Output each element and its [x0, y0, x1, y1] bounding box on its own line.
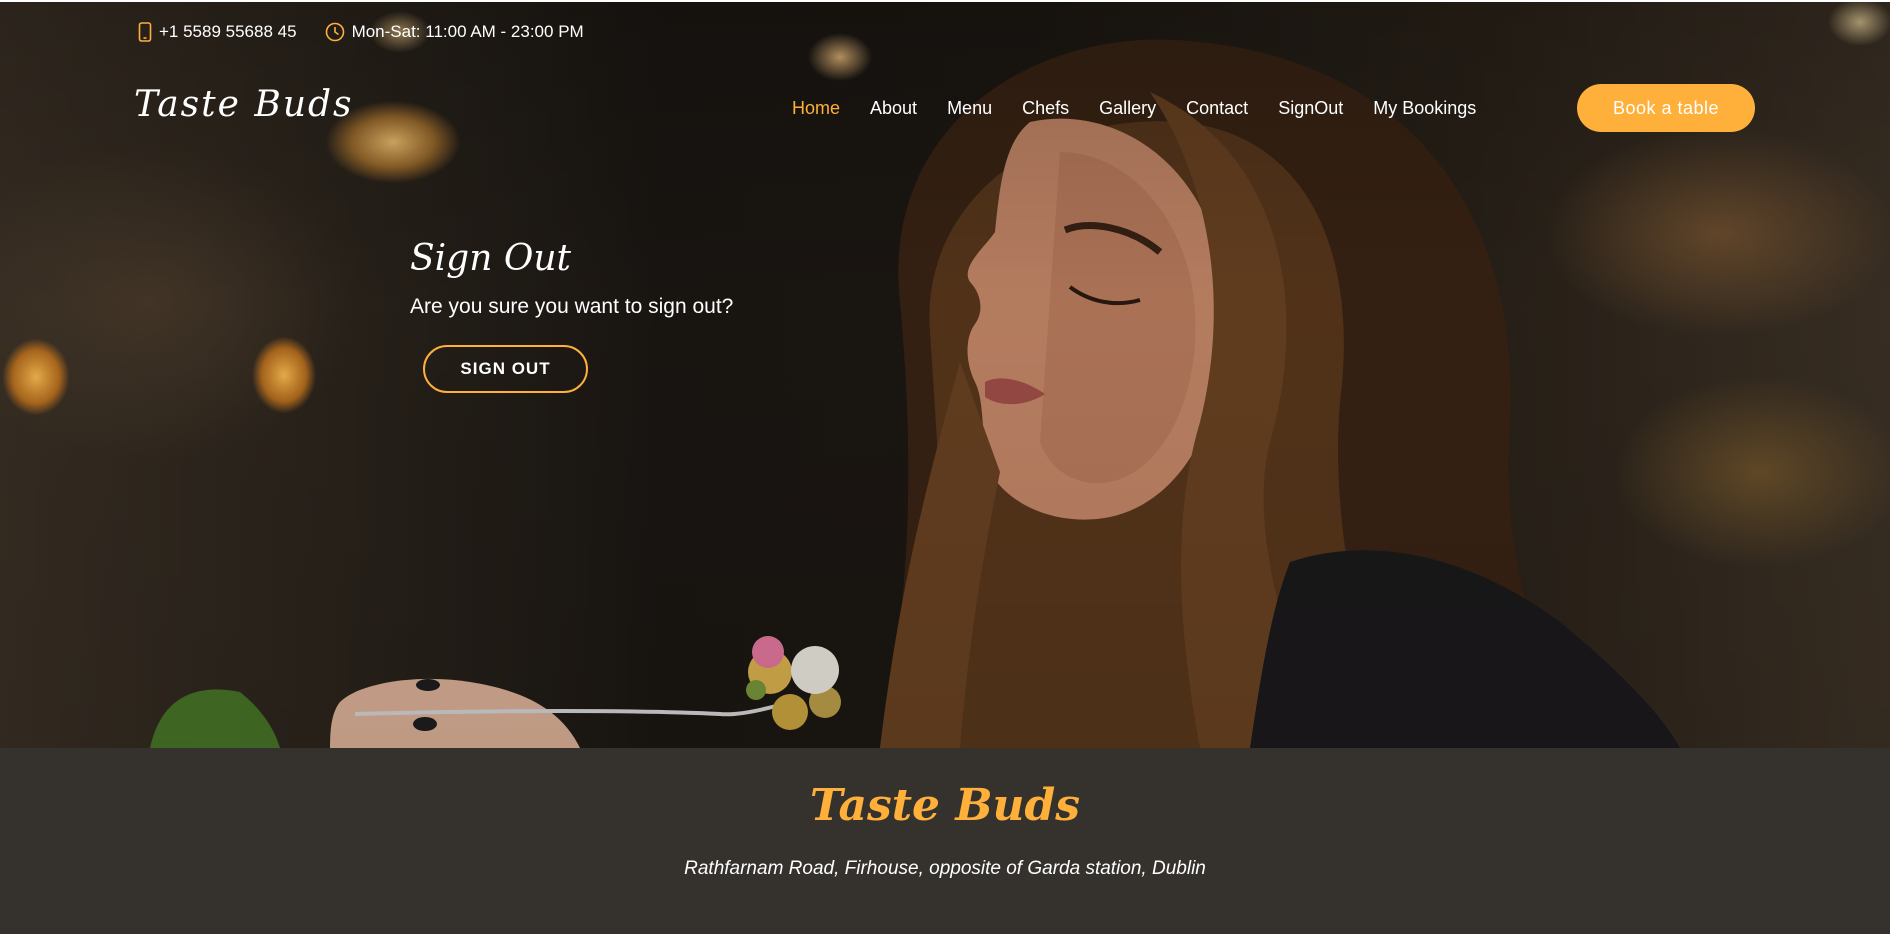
signout-button[interactable]: SIGN OUT	[423, 345, 588, 393]
clock-icon	[325, 22, 344, 42]
nav-item-gallery[interactable]: Gallery	[1084, 98, 1171, 119]
hours-info: Mon-Sat: 11:00 AM - 23:00 PM	[325, 22, 584, 42]
nav-item-about[interactable]: About	[855, 98, 932, 119]
signout-message: Are you sure you want to sign out?	[410, 295, 734, 318]
nav-item-my-bookings[interactable]: My Bookings	[1358, 98, 1491, 119]
opening-hours: Mon-Sat: 11:00 AM - 23:00 PM	[351, 22, 584, 41]
main-nav: Home About Menu Chefs Gallery Contact Si…	[792, 84, 1491, 132]
signout-title: Sign Out	[410, 238, 572, 279]
nav-item-home[interactable]: Home	[792, 98, 855, 119]
footer-brand: Taste Buds	[809, 780, 1081, 831]
site-logo[interactable]: Taste Buds	[134, 84, 354, 125]
phone-info: +1 5589 55688 45	[138, 22, 297, 42]
nav-item-menu[interactable]: Menu	[932, 98, 1007, 119]
phone-icon	[138, 22, 152, 42]
contact-topbar: +1 5589 55688 45 Mon-Sat: 11:00 AM - 23:…	[138, 20, 584, 44]
footer-address: Rathfarnam Road, Firhouse, opposite of G…	[684, 858, 1206, 879]
nav-item-signout[interactable]: SignOut	[1263, 98, 1358, 119]
nav-item-chefs[interactable]: Chefs	[1007, 98, 1084, 119]
book-table-button[interactable]: Book a table	[1577, 84, 1755, 132]
nav-item-contact[interactable]: Contact	[1171, 98, 1263, 119]
site-footer: Taste Buds Rathfarnam Road, Firhouse, op…	[0, 748, 1890, 934]
phone-number: +1 5589 55688 45	[159, 22, 297, 41]
